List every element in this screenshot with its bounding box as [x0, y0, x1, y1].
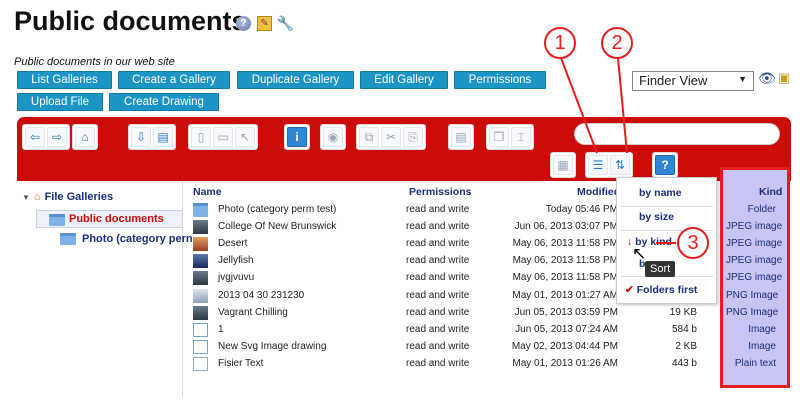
- callout-lines: [560, 57, 676, 244]
